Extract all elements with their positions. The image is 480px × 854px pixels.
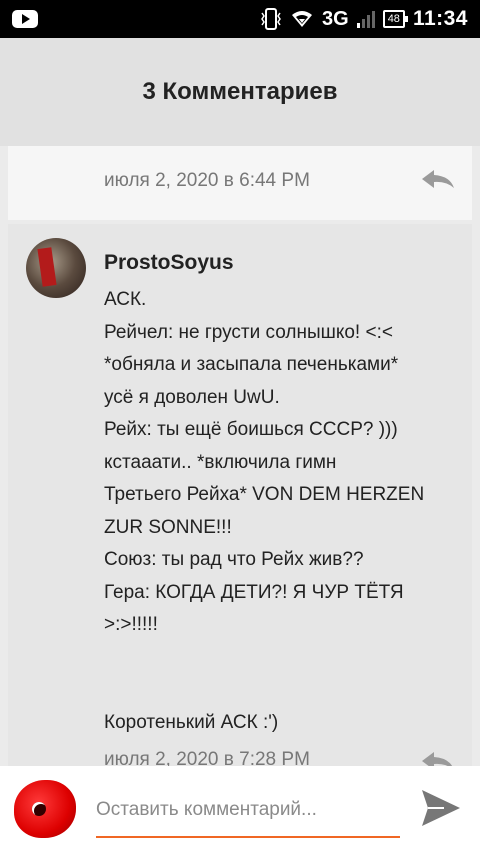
comment-line: ZUR SONNE!!! <box>104 516 232 538</box>
comment-line: Третьего Рейха* VON DEM HERZEN <box>104 484 425 505</box>
comment-line: кстааати.. *включила гимн <box>104 451 337 473</box>
comment-line: Союз: ты рад что Рейх жив?? <box>104 549 364 570</box>
clock: 11:34 <box>412 7 468 30</box>
comment-line: Рейх: ты ещё боишься СССР? ))) <box>104 419 398 440</box>
comment-body: АСК. Рейчел: не грусти солнышко! <:< *об… <box>104 284 454 739</box>
comment-line: Коротенький АСК :') <box>104 711 279 733</box>
comment-author[interactable]: ProstoSoyus <box>104 251 234 275</box>
vibrate-icon <box>261 8 281 30</box>
battery-indicator: 48 <box>382 10 409 28</box>
comments-header: 3 Комментариев <box>0 38 480 146</box>
comment-line <box>104 642 454 675</box>
comment-line: усё я доволен UwU. <box>104 386 280 408</box>
reply-icon[interactable] <box>420 168 456 190</box>
comment-line: Рейчел: не грусти солнышко! <:< <box>104 321 393 343</box>
youtube-icon <box>12 10 38 28</box>
comment-line: АСК. <box>104 289 147 310</box>
comment-line: >:>!!!!! <box>104 614 158 635</box>
comment-input-bar <box>0 766 480 854</box>
status-bar: 3G 48 11:34 <box>0 0 480 38</box>
network-type: 3G <box>322 7 349 30</box>
comment-line: *обняла и засыпала печеньками* <box>104 354 399 375</box>
avatar <box>14 780 76 838</box>
send-icon[interactable] <box>420 788 462 828</box>
comment-card: ProstoSoyus АСК. Рейчел: не грусти солны… <box>8 224 472 769</box>
wifi-icon <box>292 11 312 27</box>
comment-date: июля 2, 2020 в 6:44 PM <box>104 170 310 191</box>
avatar[interactable] <box>26 238 86 298</box>
page-title: 3 Комментариев <box>142 78 338 105</box>
comment-line: Гера: КОГДА ДЕТИ?! Я ЧУР ТЁТЯ <box>104 581 404 603</box>
comment-input[interactable] <box>96 790 400 838</box>
comment-line <box>104 674 454 707</box>
previous-comment: июля 2, 2020 в 6:44 PM <box>8 146 472 220</box>
signal-icon <box>356 10 375 28</box>
